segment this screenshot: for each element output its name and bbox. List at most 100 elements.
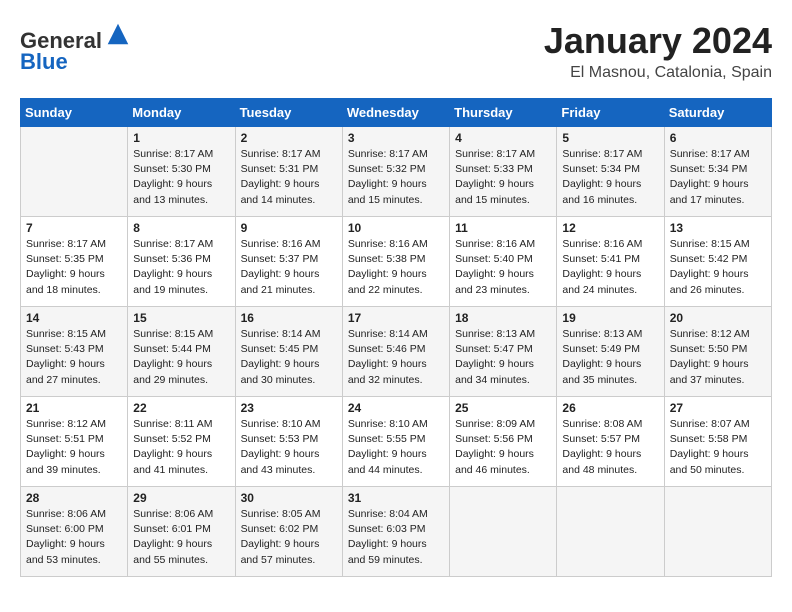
calendar-cell: 9Sunrise: 8:16 AMSunset: 5:37 PMDaylight… xyxy=(235,217,342,307)
calendar-cell: 4Sunrise: 8:17 AMSunset: 5:33 PMDaylight… xyxy=(450,127,557,217)
day-info: Sunrise: 8:05 AMSunset: 6:02 PMDaylight:… xyxy=(241,507,337,568)
calendar-table: SundayMondayTuesdayWednesdayThursdayFrid… xyxy=(20,98,772,577)
header-day-monday: Monday xyxy=(128,99,235,127)
day-info: Sunrise: 8:17 AMSunset: 5:34 PMDaylight:… xyxy=(670,147,766,208)
day-number: 23 xyxy=(241,401,337,415)
day-info: Sunrise: 8:17 AMSunset: 5:30 PMDaylight:… xyxy=(133,147,229,208)
day-info: Sunrise: 8:07 AMSunset: 5:58 PMDaylight:… xyxy=(670,417,766,478)
calendar-cell: 6 Sunrise: 8:17 AMSunset: 5:34 PMDaylight… xyxy=(664,127,771,217)
calendar-cell: 24 Sunrise: 8:10 AMSunset: 5:55 PMDayligh… xyxy=(342,397,449,487)
day-info: Sunrise: 8:11 AMSunset: 5:52 PMDaylight:… xyxy=(133,417,229,478)
calendar-cell: 11 Sunrise: 8:16 AMSunset: 5:40 PMDayligh… xyxy=(450,217,557,307)
day-info: Sunrise: 8:10 AMSunset: 5:53 PMDaylight:… xyxy=(241,417,337,478)
day-info: Sunrise: 8:17 AMSunset: 5:34 PMDaylight:… xyxy=(562,147,658,208)
calendar-cell: 31 Sunrise: 8:04 AMSunset: 6:03 PMDayligh… xyxy=(342,487,449,577)
calendar-week-1: 1 Sunrise: 8:17 AMSunset: 5:30 PMDaylight… xyxy=(21,127,772,217)
calendar-cell: 5 Sunrise: 8:17 AMSunset: 5:34 PMDaylight… xyxy=(557,127,664,217)
calendar-cell: 23 Sunrise: 8:10 AMSunset: 5:53 PMDayligh… xyxy=(235,397,342,487)
day-number: 3 xyxy=(348,131,444,145)
day-number: 28 xyxy=(26,491,122,505)
header-day-friday: Friday xyxy=(557,99,664,127)
day-number: 12 xyxy=(562,221,658,235)
calendar-cell: 26 Sunrise: 8:08 AMSunset: 5:57 PMDayligh… xyxy=(557,397,664,487)
day-info: Sunrise: 8:17 AMSunset: 5:31 PMDaylight:… xyxy=(241,147,337,208)
day-number: 5 xyxy=(562,131,658,145)
calendar-week-5: 28 Sunrise: 8:06 AMSunset: 6:00 PMDayligh… xyxy=(21,487,772,577)
calendar-cell: 15 Sunrise: 8:15 AMSunset: 5:44 PMDayligh… xyxy=(128,307,235,397)
day-number: 10 xyxy=(348,221,444,235)
calendar-cell: 30 Sunrise: 8:05 AMSunset: 6:02 PMDayligh… xyxy=(235,487,342,577)
day-info: Sunrise: 8:06 AMSunset: 6:00 PMDaylight:… xyxy=(26,507,122,568)
calendar-cell xyxy=(664,487,771,577)
day-info: Sunrise: 8:04 AMSunset: 6:03 PMDaylight:… xyxy=(348,507,444,568)
logo-icon xyxy=(104,20,132,48)
day-number: 1 xyxy=(133,131,229,145)
calendar-header-row: SundayMondayTuesdayWednesdayThursdayFrid… xyxy=(21,99,772,127)
day-number: 26 xyxy=(562,401,658,415)
header-day-thursday: Thursday xyxy=(450,99,557,127)
day-number: 24 xyxy=(348,401,444,415)
day-info: Sunrise: 8:16 AMSunset: 5:40 PMDaylight:… xyxy=(455,237,551,298)
day-info: Sunrise: 8:16 AMSunset: 5:41 PMDaylight:… xyxy=(562,237,658,298)
calendar-cell: 12 Sunrise: 8:16 AMSunset: 5:41 PMDayligh… xyxy=(557,217,664,307)
calendar-cell: 3 Sunrise: 8:17 AMSunset: 5:32 PMDaylight… xyxy=(342,127,449,217)
day-info: Sunrise: 8:17 AMSunset: 5:35 PMDaylight:… xyxy=(26,237,122,298)
calendar-cell: 28 Sunrise: 8:06 AMSunset: 6:00 PMDayligh… xyxy=(21,487,128,577)
calendar-cell: 20 Sunrise: 8:12 AMSunset: 5:50 PMDayligh… xyxy=(664,307,771,397)
month-title: January 2024 xyxy=(544,20,772,62)
day-number: 2 xyxy=(241,131,337,145)
day-info: Sunrise: 8:09 AMSunset: 5:56 PMDaylight:… xyxy=(455,417,551,478)
day-number: 19 xyxy=(562,311,658,325)
calendar-week-3: 14Sunrise: 8:15 AMSunset: 5:43 PMDayligh… xyxy=(21,307,772,397)
header-day-wednesday: Wednesday xyxy=(342,99,449,127)
day-info: Sunrise: 8:17 AMSunset: 5:32 PMDaylight:… xyxy=(348,147,444,208)
day-number: 31 xyxy=(348,491,444,505)
calendar-cell: 25Sunrise: 8:09 AMSunset: 5:56 PMDayligh… xyxy=(450,397,557,487)
day-number: 16 xyxy=(241,311,337,325)
day-info: Sunrise: 8:12 AMSunset: 5:51 PMDaylight:… xyxy=(26,417,122,478)
day-info: Sunrise: 8:08 AMSunset: 5:57 PMDaylight:… xyxy=(562,417,658,478)
day-number: 4 xyxy=(455,131,551,145)
day-number: 13 xyxy=(670,221,766,235)
day-number: 21 xyxy=(26,401,122,415)
day-number: 27 xyxy=(670,401,766,415)
day-info: Sunrise: 8:15 AMSunset: 5:44 PMDaylight:… xyxy=(133,327,229,388)
calendar-cell: 10 Sunrise: 8:16 AMSunset: 5:38 PMDayligh… xyxy=(342,217,449,307)
calendar-week-2: 7 Sunrise: 8:17 AMSunset: 5:35 PMDaylight… xyxy=(21,217,772,307)
day-number: 30 xyxy=(241,491,337,505)
day-number: 6 xyxy=(670,131,766,145)
page-header: General Blue January 2024 El Masnou, Cat… xyxy=(20,20,772,82)
calendar-cell: 14Sunrise: 8:15 AMSunset: 5:43 PMDayligh… xyxy=(21,307,128,397)
calendar-week-4: 21 Sunrise: 8:12 AMSunset: 5:51 PMDayligh… xyxy=(21,397,772,487)
header-day-tuesday: Tuesday xyxy=(235,99,342,127)
day-info: Sunrise: 8:06 AMSunset: 6:01 PMDaylight:… xyxy=(133,507,229,568)
logo: General Blue xyxy=(20,20,132,75)
day-info: Sunrise: 8:15 AMSunset: 5:43 PMDaylight:… xyxy=(26,327,122,388)
title-block: January 2024 El Masnou, Catalonia, Spain xyxy=(544,20,772,82)
day-number: 11 xyxy=(455,221,551,235)
day-number: 29 xyxy=(133,491,229,505)
day-info: Sunrise: 8:10 AMSunset: 5:55 PMDaylight:… xyxy=(348,417,444,478)
calendar-cell: 1 Sunrise: 8:17 AMSunset: 5:30 PMDaylight… xyxy=(128,127,235,217)
day-info: Sunrise: 8:14 AMSunset: 5:45 PMDaylight:… xyxy=(241,327,337,388)
calendar-cell: 13Sunrise: 8:15 AMSunset: 5:42 PMDayligh… xyxy=(664,217,771,307)
calendar-cell: 2 Sunrise: 8:17 AMSunset: 5:31 PMDaylight… xyxy=(235,127,342,217)
calendar-cell xyxy=(21,127,128,217)
day-number: 18 xyxy=(455,311,551,325)
day-number: 20 xyxy=(670,311,766,325)
day-number: 9 xyxy=(241,221,337,235)
calendar-cell: 18 Sunrise: 8:13 AMSunset: 5:47 PMDayligh… xyxy=(450,307,557,397)
day-info: Sunrise: 8:16 AMSunset: 5:38 PMDaylight:… xyxy=(348,237,444,298)
calendar-cell: 17Sunrise: 8:14 AMSunset: 5:46 PMDayligh… xyxy=(342,307,449,397)
day-number: 8 xyxy=(133,221,229,235)
calendar-cell: 8Sunrise: 8:17 AMSunset: 5:36 PMDaylight… xyxy=(128,217,235,307)
calendar-cell: 22 Sunrise: 8:11 AMSunset: 5:52 PMDayligh… xyxy=(128,397,235,487)
day-number: 15 xyxy=(133,311,229,325)
day-info: Sunrise: 8:13 AMSunset: 5:47 PMDaylight:… xyxy=(455,327,551,388)
day-info: Sunrise: 8:13 AMSunset: 5:49 PMDaylight:… xyxy=(562,327,658,388)
day-info: Sunrise: 8:12 AMSunset: 5:50 PMDaylight:… xyxy=(670,327,766,388)
calendar-cell: 27 Sunrise: 8:07 AMSunset: 5:58 PMDayligh… xyxy=(664,397,771,487)
day-number: 7 xyxy=(26,221,122,235)
calendar-cell: 19 Sunrise: 8:13 AMSunset: 5:49 PMDayligh… xyxy=(557,307,664,397)
day-number: 22 xyxy=(133,401,229,415)
